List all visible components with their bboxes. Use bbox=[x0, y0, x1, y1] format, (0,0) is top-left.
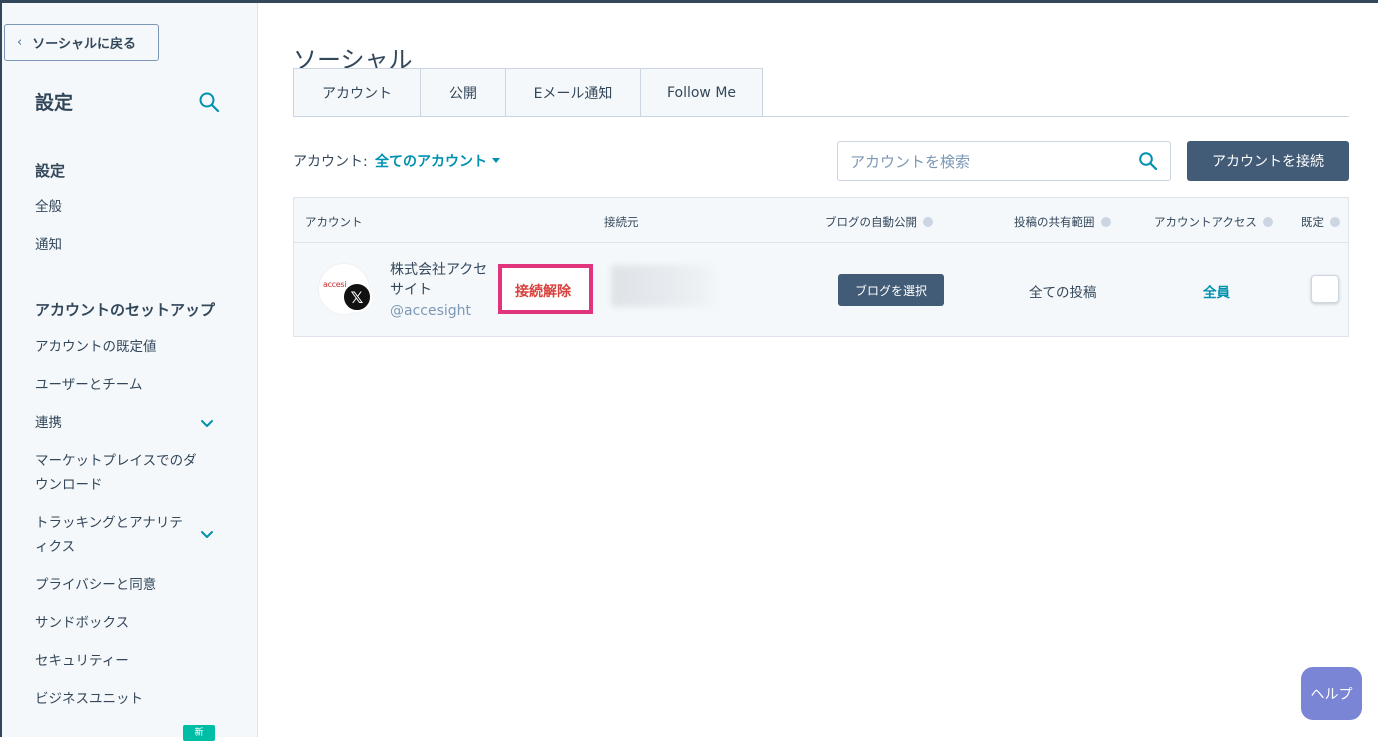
column-header-label: アカウントアクセス bbox=[1154, 215, 1257, 229]
search-icon[interactable] bbox=[1138, 151, 1158, 171]
select-blog-button[interactable]: ブログを選択 bbox=[838, 274, 944, 306]
chevron-down-icon[interactable] bbox=[199, 527, 215, 543]
tabs-divider bbox=[763, 116, 1349, 117]
chevron-left-icon: ‹ bbox=[17, 35, 23, 50]
account-name: 株式会社アクセサイト bbox=[390, 262, 488, 298]
sidebar-section-account-setup: アカウントのセットアップ bbox=[35, 301, 216, 319]
tab-email-notifications[interactable]: Eメール通知 bbox=[506, 68, 641, 117]
sidebar-item-sandboxes[interactable]: サンドボックス bbox=[35, 611, 215, 635]
search-input[interactable] bbox=[848, 150, 1132, 174]
info-icon[interactable] bbox=[1330, 217, 1340, 227]
column-header-account: アカウント bbox=[305, 214, 363, 230]
sidebar-item-privacy-consent[interactable]: プライバシーと同意 bbox=[35, 573, 215, 597]
sidebar-item-account-defaults[interactable]: アカウントの既定値 bbox=[35, 335, 215, 359]
sidebar-title: 設定 bbox=[35, 92, 74, 114]
info-icon[interactable] bbox=[1262, 217, 1273, 227]
accounts-table: アカウント 接続元 ブログの自動公開 投稿の共有範囲 アカウントアクセス 既定 … bbox=[293, 197, 1349, 337]
info-icon[interactable] bbox=[923, 217, 933, 227]
sidebar-section-settings: 設定 bbox=[35, 162, 66, 180]
back-button-label: ソーシャルに戻る bbox=[32, 37, 136, 52]
help-button[interactable]: ヘルプ bbox=[1301, 667, 1362, 720]
sidebar-item-notifications[interactable]: 通知 bbox=[35, 233, 215, 257]
column-header-blog-autopublish: ブログの自動公開 bbox=[825, 214, 933, 230]
sidebar-item-general[interactable]: 全般 bbox=[35, 195, 215, 219]
new-badge: 新 bbox=[183, 725, 215, 741]
tab-accounts[interactable]: アカウント bbox=[293, 68, 421, 117]
sidebar-item-users-teams[interactable]: ユーザーとチーム bbox=[35, 373, 215, 397]
info-icon[interactable] bbox=[1100, 217, 1111, 227]
account-filter-label: アカウント: bbox=[293, 154, 368, 170]
column-header-label: 既定 bbox=[1301, 215, 1324, 229]
table-header: アカウント 接続元 ブログの自動公開 投稿の共有範囲 アカウントアクセス 既定 bbox=[294, 198, 1348, 243]
column-header-post-scope: 投稿の共有範囲 bbox=[1014, 214, 1111, 230]
sidebar-item-security[interactable]: セキュリティー bbox=[35, 649, 215, 673]
column-header-connected-by: 接続元 bbox=[604, 214, 639, 230]
connected-by-redacted bbox=[611, 265, 723, 307]
column-header-label: ブログの自動公開 bbox=[825, 215, 917, 229]
column-header-label: アカウント bbox=[305, 215, 363, 229]
sidebar-item-integrations[interactable]: 連携 bbox=[35, 411, 215, 435]
disconnect-highlight: 接続解除 bbox=[498, 264, 593, 314]
column-header-label: 投稿の共有範囲 bbox=[1014, 215, 1095, 229]
connect-account-button[interactable]: アカウントを接続 bbox=[1187, 141, 1349, 181]
chevron-down-icon[interactable] bbox=[199, 416, 215, 432]
column-header-label: 接続元 bbox=[604, 215, 639, 229]
sidebar-item-business-units[interactable]: ビジネスユニット bbox=[35, 687, 215, 711]
account-handle: @accesight bbox=[390, 303, 472, 319]
tab-publishing[interactable]: 公開 bbox=[421, 68, 506, 117]
caret-down-icon[interactable] bbox=[492, 158, 500, 163]
disconnect-link[interactable]: 接続解除 bbox=[515, 281, 571, 301]
account-search[interactable] bbox=[837, 141, 1171, 181]
company-logo: accesi bbox=[323, 280, 347, 289]
account-access-link[interactable]: 全員 bbox=[1203, 281, 1230, 301]
settings-sidebar: ‹ ソーシャルに戻る 設定 設定 全般 通知 アカウントのセットアップ アカウン… bbox=[0, 3, 258, 741]
search-icon[interactable] bbox=[198, 91, 220, 113]
sidebar-item-tracking-analytics[interactable]: トラッキングとアナリティクス bbox=[35, 511, 195, 559]
back-to-social-button[interactable]: ‹ ソーシャルに戻る bbox=[4, 24, 159, 61]
column-header-account-access: アカウントアクセス bbox=[1154, 214, 1273, 230]
post-scope-value[interactable]: 全ての投稿 bbox=[1029, 281, 1097, 301]
tab-bar: アカウント 公開 Eメール通知 Follow Me bbox=[293, 68, 763, 117]
tab-follow-me[interactable]: Follow Me bbox=[641, 68, 763, 117]
column-header-default: 既定 bbox=[1301, 214, 1340, 230]
account-filter-dropdown[interactable]: 全てのアカウント bbox=[375, 151, 487, 171]
x-network-icon: 𝕏 bbox=[342, 282, 372, 312]
default-checkbox[interactable] bbox=[1311, 275, 1339, 303]
sidebar-item-marketplace-downloads[interactable]: マーケットプレイスでのダウンロード bbox=[35, 449, 210, 497]
